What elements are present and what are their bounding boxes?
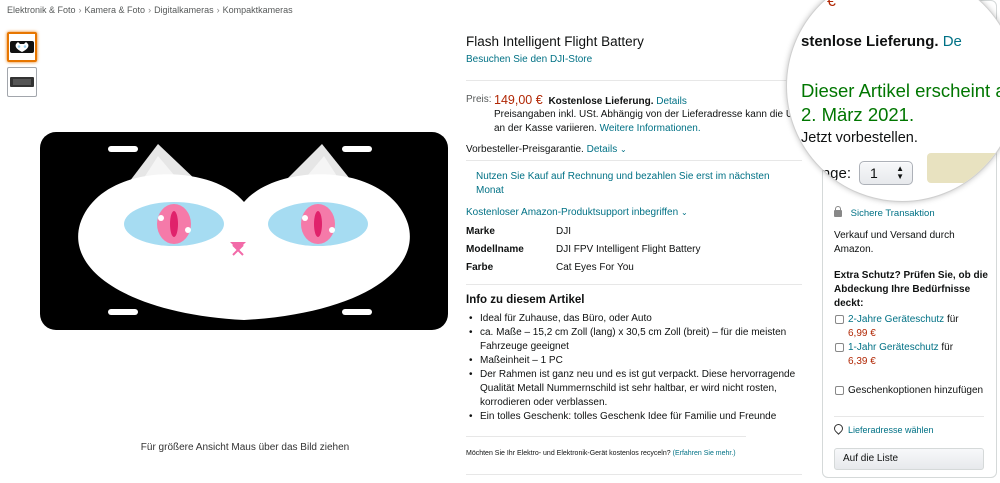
protection-option-link[interactable]: 1-Jahr Geräteschutz xyxy=(848,342,939,353)
guarantee-label: Vorbesteller-Preisgarantie. xyxy=(466,144,584,155)
quantity-select[interactable]: 1 ▲ ▼ xyxy=(859,161,913,185)
price-note-line: Preisangaben inkl. USt. Abhängig von der… xyxy=(494,109,794,120)
product-attributes: Marke DJI Modellname DJI FPV Intelligent F… xyxy=(466,226,701,280)
delivery-label: Kostenlose Lieferung. xyxy=(548,96,654,107)
product-title: Flash Intelligent Flight Battery xyxy=(466,34,644,49)
thumbnail-cat-image xyxy=(10,41,34,53)
recycle-text: Möchten Sie Ihr Elektro- und Elektronik-… xyxy=(466,450,671,457)
protection-option-suffix: für xyxy=(946,314,959,325)
recycle-link[interactable]: (Erfahren Sie mehr.) xyxy=(673,450,736,457)
product-support: Kostenloser Amazon-Produktsupport inbegr… xyxy=(466,207,688,218)
divider xyxy=(466,160,802,161)
main-product-image[interactable] xyxy=(40,132,448,330)
price-label: Preis: xyxy=(466,94,492,105)
price-note-line-2: an der Kasse variieren. Weitere Informat… xyxy=(494,122,794,136)
secure-transaction-link[interactable]: Sichere Transaktion xyxy=(851,208,935,219)
feature-bullet: Der Rahmen ist ganz neu und es ist gut v… xyxy=(466,368,796,410)
breadcrumb-item[interactable]: Kamera & Foto xyxy=(85,5,146,15)
protection-option-link[interactable]: 2-Jahre Geräteschutz xyxy=(848,314,944,325)
preorder-guarantee: Vorbesteller-Preisgarantie. Details ⌄ xyxy=(466,144,627,155)
quantity-value: 1 xyxy=(870,165,878,181)
feature-bullet: ca. Maße – 15,2 cm Zoll (lang) x 30,5 cm… xyxy=(466,326,796,354)
availability-text: Dieser Artikel erscheint am 2. März 2021… xyxy=(801,80,1000,125)
image-zoom-hint: Für größere Ansicht Maus über das Bild z… xyxy=(140,442,350,453)
breadcrumb-separator: › xyxy=(78,5,82,15)
more-info-link[interactable]: Weitere Informationen. xyxy=(600,123,701,134)
feature-bullet: Maßeinheit – 1 PC xyxy=(466,354,796,368)
invoice-offer-link[interactable]: Nutzen Sie Kauf auf Rechnung und bezahle… xyxy=(476,170,776,198)
divider xyxy=(466,284,802,285)
protection-option-suffix: für xyxy=(941,342,954,353)
feature-bullet: Ideal für Zuhause, das Büro, oder Auto xyxy=(466,312,796,326)
attribute-row: Farbe Cat Eyes For You xyxy=(466,262,701,280)
protection-option: 1-Jahr Geräteschutz für 6,39 € xyxy=(848,341,988,369)
breadcrumb-separator: › xyxy=(148,5,152,15)
store-link[interactable]: Besuchen Sie den DJI-Store xyxy=(466,54,592,65)
protection-option-price: 6,39 € xyxy=(848,356,876,367)
magnified-price: € xyxy=(827,0,836,10)
breadcrumb-item[interactable]: Digitalkameras xyxy=(154,5,214,15)
thumbnail-cat-plate[interactable] xyxy=(7,32,37,62)
attribute-key: Farbe xyxy=(466,262,494,273)
guarantee-details-link[interactable]: Details xyxy=(587,144,618,155)
choose-address-link[interactable]: Lieferadresse wählen xyxy=(848,425,934,435)
breadcrumb-item[interactable]: Kompaktkameras xyxy=(223,5,293,15)
attribute-value: DJI FPV Intelligent Flight Battery xyxy=(556,244,701,255)
attribute-row: Modellname DJI FPV Intelligent Flight Bat… xyxy=(466,244,701,262)
about-heading: Info zu diesem Artikel xyxy=(466,294,585,306)
attribute-key: Marke xyxy=(466,226,495,237)
delivery-details-link[interactable]: Details xyxy=(656,96,687,107)
attribute-key: Modellname xyxy=(466,244,524,255)
secure-transaction: Sichere Transaktion xyxy=(834,206,935,219)
add-to-list-button[interactable]: Auf die Liste xyxy=(834,448,984,470)
recycle-note: Möchten Sie Ihr Elektro- und Elektronik-… xyxy=(466,450,736,457)
divider xyxy=(834,416,984,417)
chevron-down-icon[interactable]: ⌄ xyxy=(681,208,688,217)
support-link[interactable]: Kostenloser Amazon-Produktsupport inbegr… xyxy=(466,207,678,218)
gift-checkbox[interactable] xyxy=(835,386,844,395)
magnified-details-link[interactable]: De xyxy=(943,33,962,50)
divider xyxy=(466,474,802,475)
attribute-row: Marke DJI xyxy=(466,226,701,244)
protection-checkbox-2y[interactable] xyxy=(835,315,844,324)
protection-option: 2-Jahre Geräteschutz für 6,99 € xyxy=(848,313,988,341)
price-note-text: an der Kasse variieren. xyxy=(494,123,597,134)
chevron-down-icon[interactable]: ⌄ xyxy=(620,145,627,154)
magnified-delivery: stenlose Lieferung. De xyxy=(801,33,962,50)
thumbnail-plate-image xyxy=(10,77,34,87)
breadcrumb-separator: › xyxy=(216,5,220,15)
gift-options-label: Geschenkoptionen hinzufügen xyxy=(848,385,984,396)
attribute-value: DJI xyxy=(556,226,571,237)
protection-option-price: 6,99 € xyxy=(848,328,876,339)
breadcrumb-item[interactable]: Elektronik & Foto xyxy=(7,5,76,15)
thumbnail-plate-alt[interactable] xyxy=(7,67,37,97)
protection-checkbox-1y[interactable] xyxy=(835,343,844,352)
extra-protection-heading: Extra Schutz? Prüfen Sie, ob die Abdecku… xyxy=(834,270,988,309)
breadcrumb: Elektronik & Foto › Kamera & Foto › Digitalk… xyxy=(7,5,293,15)
attribute-value: Cat Eyes For You xyxy=(556,262,634,273)
feature-bullet: Ein tolles Geschenk: tolles Geschenk Ide… xyxy=(466,410,796,424)
zoom-magnifier: € stenlose Lieferung. De Dieser Artikel … xyxy=(786,0,1000,202)
delivery-address: Lieferadresse wählen xyxy=(832,422,934,435)
preorder-button[interactable] xyxy=(927,153,1000,183)
price-row: 149,00 € Kostenlose Lieferung. Details xyxy=(494,93,687,107)
price-note: Preisangaben inkl. USt. Abhängig von der… xyxy=(494,108,794,136)
feature-bullets: Ideal für Zuhause, das Büro, oder Auto c… xyxy=(466,312,796,424)
price-value: 149,00 € xyxy=(494,93,543,107)
quantity-label: Menge: xyxy=(801,165,852,182)
sold-by: Verkauf und Versand durch Amazon. xyxy=(834,230,955,255)
lock-icon xyxy=(834,206,842,217)
divider xyxy=(466,436,746,437)
select-arrows-icon: ▲ ▼ xyxy=(896,164,904,181)
magnified-delivery-label: stenlose Lieferung. xyxy=(801,33,939,50)
preorder-text: Jetzt vorbestellen. xyxy=(801,130,918,146)
divider xyxy=(466,80,802,81)
